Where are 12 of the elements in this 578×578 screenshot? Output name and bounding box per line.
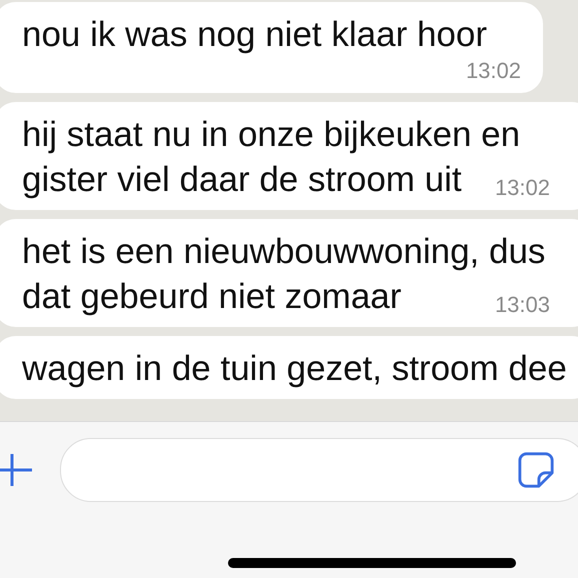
message-text: gister viel daar de stroom uit <box>22 159 462 201</box>
message-text: dat gebeurd niet zomaar <box>22 276 402 318</box>
sticker-icon[interactable] <box>517 451 555 489</box>
message-text: het is een nieuwbouwwoning, dus <box>22 231 546 273</box>
message-text: hij staat nu in onze bijkeuken en <box>22 114 520 156</box>
message-time: 13:02 <box>494 174 550 202</box>
message-input-field[interactable] <box>60 438 578 502</box>
message-time: 13:03 <box>494 291 550 319</box>
message-text: nou ik was nog niet klaar hoor <box>22 14 487 56</box>
message-text: wagen in de tuin gezet, stroom dee <box>22 348 567 390</box>
message-time: 13:02 <box>466 57 521 85</box>
plus-icon[interactable] <box>0 452 34 488</box>
